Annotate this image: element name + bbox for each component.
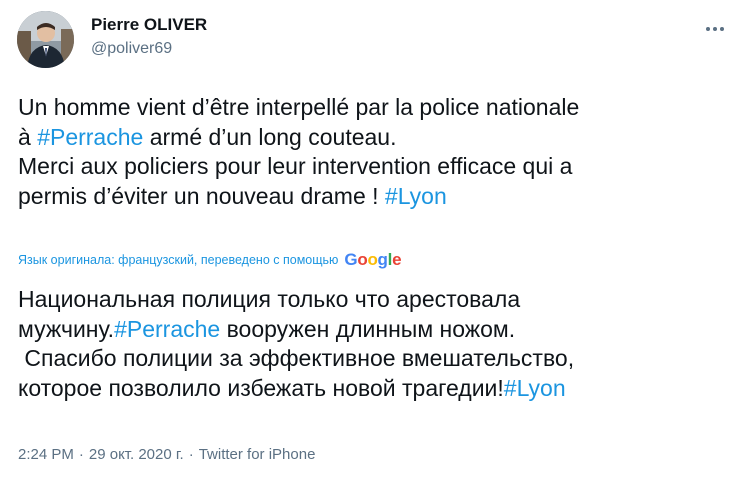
google-logo-letter: e <box>392 250 402 269</box>
translated-line: Спасибо полиции за эффективное вмешатель… <box>18 345 575 371</box>
google-logo-letter: o <box>357 250 368 269</box>
google-logo-letter: g <box>377 250 388 269</box>
hashtag-link-lyon[interactable]: #Lyon <box>385 183 447 209</box>
hashtag-link-perrache[interactable]: #Perrache <box>114 316 220 342</box>
avatar-photo <box>17 11 74 68</box>
tweet-line: Merci aux policiers pour leur interventi… <box>18 153 573 179</box>
google-logo-letter: G <box>344 250 358 269</box>
tweet-date[interactable]: 29 окт. 2020 г. <box>89 446 184 463</box>
hashtag-link-lyon[interactable]: #Lyon <box>504 375 566 401</box>
translation-note-text: Язык оригинала: французский, переведено … <box>18 253 339 267</box>
translated-line: мужчину.#Perrache вооружен длинным ножом… <box>18 315 516 342</box>
more-options-button[interactable] <box>700 14 730 44</box>
tweet-text: Un homme vient d’être interpellé par la … <box>18 93 728 211</box>
author-handle[interactable]: @poliver69 <box>91 40 172 58</box>
tweet-time[interactable]: 2:24 PM <box>18 446 74 463</box>
translation-attribution[interactable]: Язык оригинала: французский, переведено … <box>18 250 402 270</box>
google-logo-letter: o <box>367 250 378 269</box>
meta-separator: · <box>78 446 84 463</box>
tweet-line: Un homme vient d’être interpellé par la … <box>18 94 580 120</box>
tweet-metadata: 2:24 PM · 29 окт. 2020 г. · Twitter for iPho… <box>18 446 315 463</box>
tweet-line: à #Perrache armé d’un long couteau. <box>18 123 397 150</box>
translated-text: Национальная полиция только что арестова… <box>18 285 728 403</box>
translated-line: Национальная полиция только что арестова… <box>18 286 521 312</box>
avatar[interactable] <box>17 11 74 68</box>
tweet-card: Pierre OLIVER @poliver69 Un homme vient … <box>0 0 742 479</box>
more-horizontal-icon <box>706 27 724 31</box>
google-logo: Google <box>344 250 401 270</box>
tweet-line: permis d’éviter un nouveau drame ! #Lyon <box>18 182 447 209</box>
author-name[interactable]: Pierre OLIVER <box>91 15 207 35</box>
hashtag-link-perrache[interactable]: #Perrache <box>37 124 143 150</box>
translated-line: которое позволило избежать новой трагеди… <box>18 374 566 401</box>
tweet-source[interactable]: Twitter for iPhone <box>199 446 316 463</box>
meta-separator: · <box>188 446 194 463</box>
